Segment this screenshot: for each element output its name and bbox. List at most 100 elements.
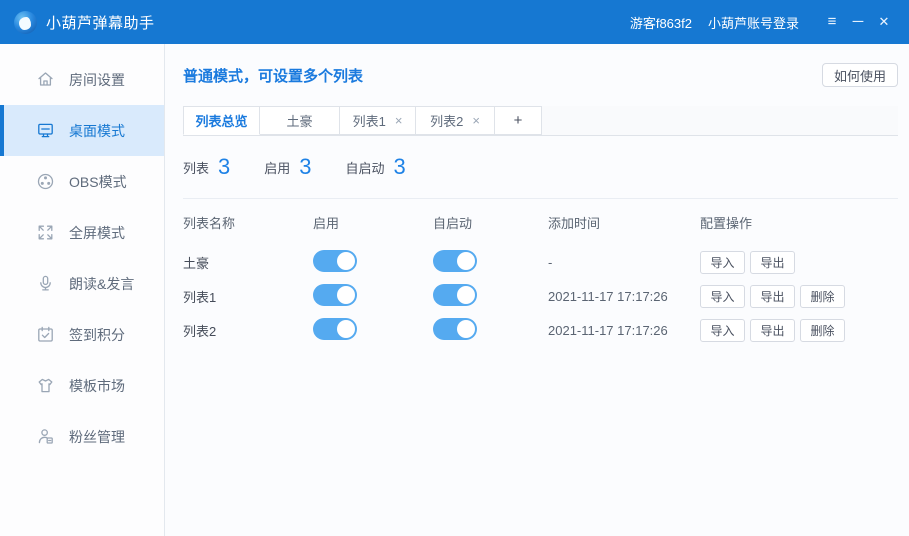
sidebar-item-label: OBS模式 xyxy=(69,172,127,192)
sidebar-item-全屏模式[interactable]: 全屏模式 xyxy=(0,207,164,258)
tab-label: + xyxy=(514,112,523,129)
action-button-导出[interactable]: 导出 xyxy=(750,319,795,342)
enable-toggle[interactable] xyxy=(313,318,357,340)
autostart-toggle[interactable] xyxy=(433,318,477,340)
table-row-列表2: 列表2 2021-11-17 17:17:26导入导出删除 xyxy=(183,313,898,347)
sidebar-item-朗读&发言[interactable]: 朗读&发言 xyxy=(0,258,164,309)
fullscreen-icon xyxy=(36,223,55,242)
enable-toggle[interactable] xyxy=(313,284,357,306)
tab-土豪[interactable]: 土豪 xyxy=(260,106,340,135)
list-name: 列表2 xyxy=(183,321,313,340)
sidebar-item-label: 粉丝管理 xyxy=(69,427,125,447)
toggle-knob xyxy=(337,320,355,338)
toggle-knob xyxy=(337,286,355,304)
added-time: 2021-11-17 17:17:26 xyxy=(548,323,700,338)
tab-列表1[interactable]: 列表1 × xyxy=(340,106,416,135)
enable-toggle[interactable] xyxy=(313,250,357,272)
added-time: - xyxy=(548,255,700,270)
toggle-knob xyxy=(457,252,475,270)
sidebar-item-桌面模式[interactable]: 桌面模式 xyxy=(0,105,164,156)
stats-row: 列表 3 启用 3 自启动 3 xyxy=(183,136,898,198)
sidebar-item-label: 桌面模式 xyxy=(69,121,125,141)
tab-close-icon[interactable]: × xyxy=(395,113,403,128)
column-header: 列表名称 xyxy=(183,213,313,232)
stat-列表: 列表 3 xyxy=(183,154,230,180)
action-button-删除[interactable]: 删除 xyxy=(800,319,845,342)
stat-启用: 启用 3 xyxy=(264,154,311,180)
action-button-导入[interactable]: 导入 xyxy=(700,319,745,342)
list-name: 列表1 xyxy=(183,287,313,306)
app-logo-icon xyxy=(14,11,37,34)
sidebar-item-label: 房间设置 xyxy=(69,70,125,90)
stat-label: 列表 xyxy=(183,158,209,177)
stat-value: 3 xyxy=(299,154,311,180)
minimize-icon[interactable]: ─ xyxy=(845,0,871,44)
actions-cell: 导入导出删除 xyxy=(700,319,898,342)
add-tab-button[interactable]: + xyxy=(495,106,542,135)
table-row-列表1: 列表1 2021-11-17 17:17:26导入导出删除 xyxy=(183,279,898,313)
column-header: 添加时间 xyxy=(548,213,700,232)
tab-label: 列表总览 xyxy=(195,111,247,130)
tab-列表总览[interactable]: 列表总览 xyxy=(183,106,260,135)
list-name: 土豪 xyxy=(183,253,313,272)
obs-icon xyxy=(36,172,55,191)
desktop-icon xyxy=(36,121,55,140)
guest-user-label[interactable]: 游客f863f2 xyxy=(630,13,692,32)
stat-label: 启用 xyxy=(264,158,290,177)
sidebar-item-模板市场[interactable]: 模板市场 xyxy=(0,360,164,411)
stat-label: 自启动 xyxy=(346,158,385,177)
actions-cell: 导入导出删除 xyxy=(700,285,898,308)
app-window: 小葫芦弹幕助手 游客f863f2 小葫芦账号登录 ≡ ─ ✕ 房间设置桌面模式 O… xyxy=(0,0,909,536)
sidebar-item-OBS模式[interactable]: OBS模式 xyxy=(0,156,164,207)
actions-cell: 导入导出 xyxy=(700,251,898,274)
menu-icon[interactable]: ≡ xyxy=(819,0,845,44)
tab-label: 列表2 xyxy=(430,111,463,130)
column-header: 配置操作 xyxy=(700,213,898,232)
action-button-导入[interactable]: 导入 xyxy=(700,285,745,308)
tshirt-icon xyxy=(36,376,55,395)
action-button-删除[interactable]: 删除 xyxy=(800,285,845,308)
stat-value: 3 xyxy=(394,154,406,180)
toggle-knob xyxy=(457,286,475,304)
stat-value: 3 xyxy=(218,154,230,180)
table-header-row: 列表名称启用自启动添加时间配置操作 xyxy=(183,199,898,245)
calendar-check-icon xyxy=(36,325,55,344)
titlebar: 小葫芦弹幕助手 游客f863f2 小葫芦账号登录 ≡ ─ ✕ xyxy=(0,0,909,44)
list-table: 列表名称启用自启动添加时间配置操作土豪-导入导出列表12021-11-17 17… xyxy=(183,199,898,347)
tab-label: 列表1 xyxy=(353,111,386,130)
sidebar-item-label: 全屏模式 xyxy=(69,223,125,243)
sidebar-item-房间设置[interactable]: 房间设置 xyxy=(0,54,164,105)
sidebar-item-label: 朗读&发言 xyxy=(69,274,134,294)
toggle-knob xyxy=(457,320,475,338)
tab-close-icon[interactable]: × xyxy=(472,113,480,128)
content-header: 普通模式，可设置多个列表 如何使用 xyxy=(183,44,898,106)
help-button[interactable]: 如何使用 xyxy=(822,63,898,87)
sidebar-item-label: 模板市场 xyxy=(69,376,125,396)
action-button-导出[interactable]: 导出 xyxy=(750,251,795,274)
column-header: 启用 xyxy=(313,213,433,232)
action-button-导入[interactable]: 导入 xyxy=(700,251,745,274)
toggle-knob xyxy=(337,252,355,270)
tab-bar: 列表总览 土豪 列表1 × 列表2 × + xyxy=(183,106,898,136)
added-time: 2021-11-17 17:17:26 xyxy=(548,289,700,304)
close-icon[interactable]: ✕ xyxy=(871,0,897,44)
tab-label: 土豪 xyxy=(286,111,312,130)
stat-自启动: 自启动 3 xyxy=(346,154,406,180)
sidebar-item-粉丝管理[interactable]: 粉丝管理 xyxy=(0,411,164,462)
autostart-toggle[interactable] xyxy=(433,284,477,306)
main-content: 普通模式，可设置多个列表 如何使用 列表总览土豪列表1×列表2×+ 列表3启用3… xyxy=(165,44,909,536)
tab-列表2[interactable]: 列表2 × xyxy=(416,106,495,135)
fans-icon xyxy=(36,427,55,446)
account-login-link[interactable]: 小葫芦账号登录 xyxy=(708,13,799,32)
window-body: 房间设置桌面模式 OBS模式全屏模式朗读&发言签到积分模板市场粉丝管理 普通模式，… xyxy=(0,44,909,536)
autostart-toggle[interactable] xyxy=(433,250,477,272)
app-title: 小葫芦弹幕助手 xyxy=(46,12,155,33)
home-icon xyxy=(36,70,55,89)
microphone-icon xyxy=(36,274,55,293)
sidebar: 房间设置桌面模式 OBS模式全屏模式朗读&发言签到积分模板市场粉丝管理 xyxy=(0,44,165,536)
column-header: 自启动 xyxy=(433,213,548,232)
sidebar-item-签到积分[interactable]: 签到积分 xyxy=(0,309,164,360)
table-row-土豪: 土豪 -导入导出 xyxy=(183,245,898,279)
action-button-导出[interactable]: 导出 xyxy=(750,285,795,308)
page-title: 普通模式，可设置多个列表 xyxy=(183,65,363,86)
